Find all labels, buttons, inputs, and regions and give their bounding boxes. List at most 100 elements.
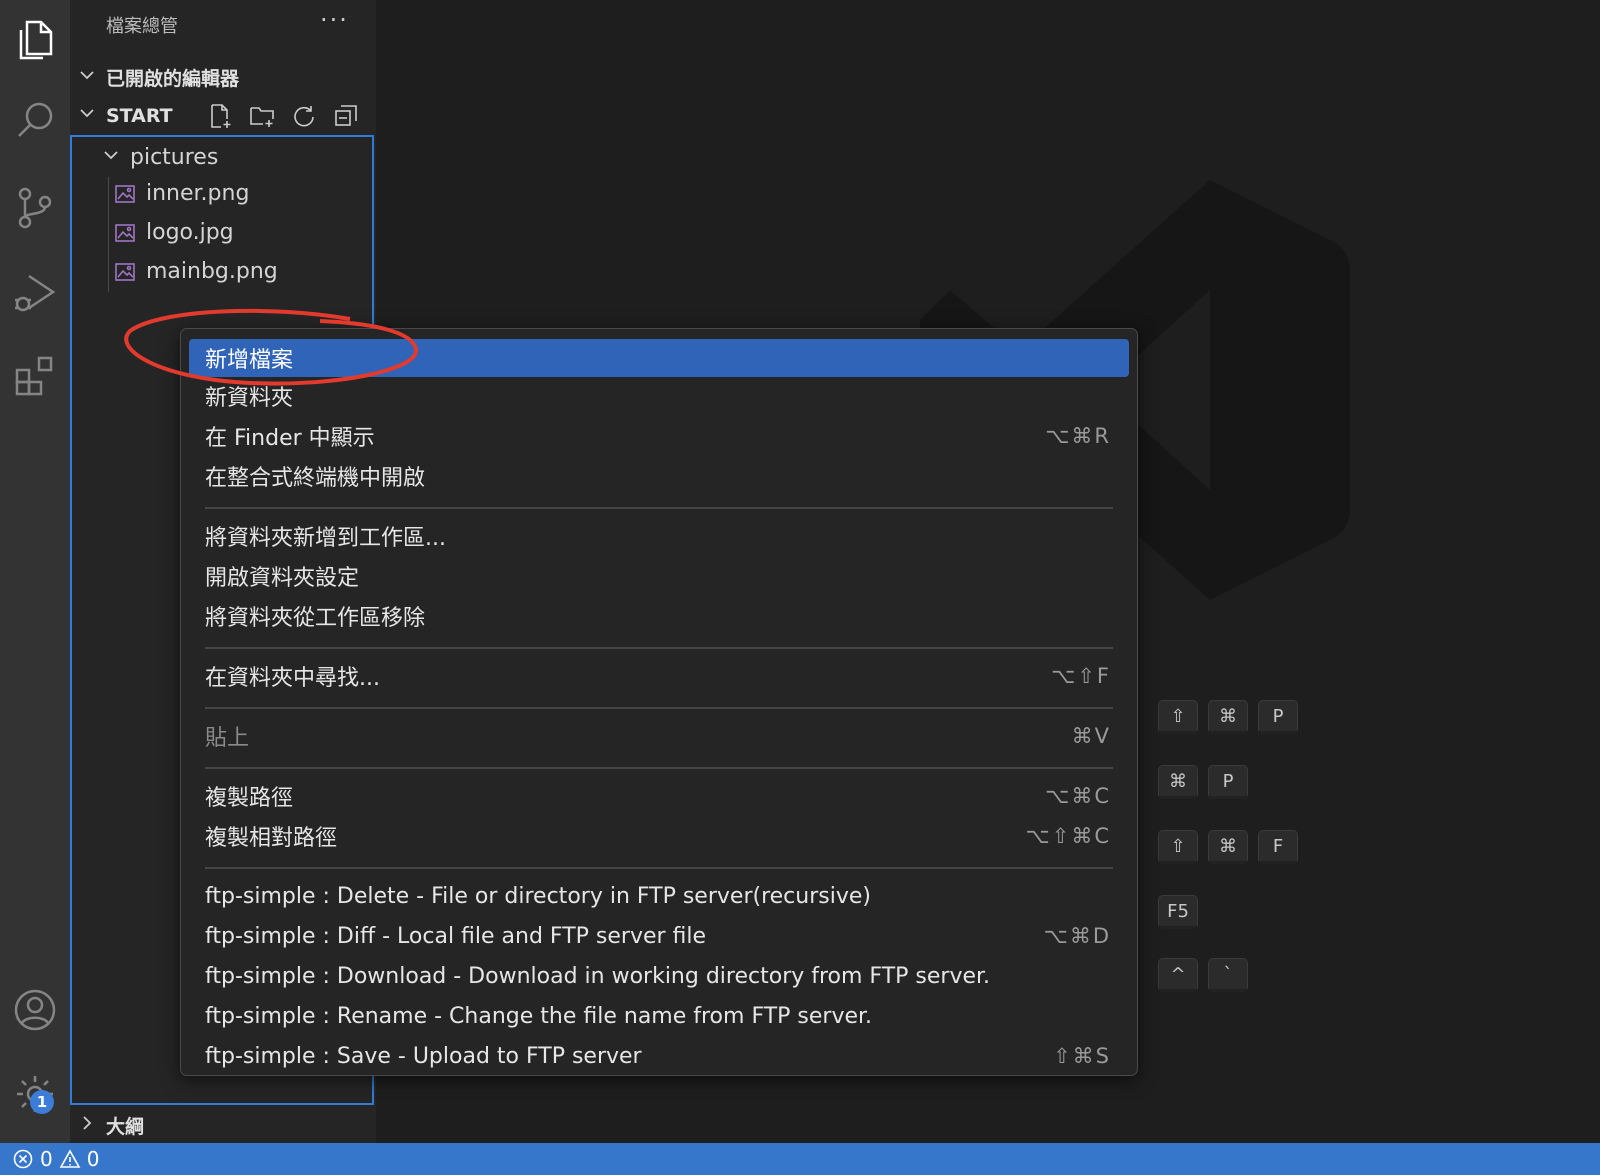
menu-item-ftp-save[interactable]: ftp-simple : Save - Upload to FTP server… [189, 1037, 1129, 1075]
search-icon[interactable] [0, 80, 70, 160]
menu-item-shortcut: ⌥⇧⌘C [1025, 824, 1111, 848]
menu-item-label: ftp-simple : Delete - File or directory … [205, 883, 871, 909]
menu-item-label: ftp-simple : Save - Upload to FTP server [205, 1043, 642, 1069]
source-control-icon[interactable] [0, 168, 70, 248]
menu-separator [205, 707, 1113, 709]
key-cap: F [1258, 830, 1298, 864]
outline-section[interactable]: 大綱 [78, 1112, 144, 1139]
menu-separator [205, 867, 1113, 869]
open-editors-label: 已開啟的編輯器 [106, 68, 240, 90]
error-icon [13, 1149, 33, 1169]
key-cap: ⇧ [1158, 700, 1198, 734]
chevron-right-icon [78, 1114, 98, 1137]
image-file-icon [115, 262, 135, 281]
file-label: logo.jpg [146, 220, 234, 245]
more-actions-icon[interactable]: ··· [320, 6, 349, 34]
file-mainbg-png[interactable]: mainbg.png [114, 259, 278, 284]
menu-item-label: 在資料夾中尋找... [205, 666, 380, 691]
problems-indicator[interactable]: 0 0 [12, 1147, 99, 1171]
folder-pictures[interactable]: pictures [102, 145, 218, 170]
extensions-icon[interactable] [0, 336, 70, 416]
chevron-down-icon [78, 104, 98, 127]
context-menu: 新增檔案 新資料夾 在 Finder 中顯示 ⌥⌘R 在整合式終端機中開啟 將資料… [180, 328, 1138, 1076]
menu-item-label: ftp-simple : Rename - Change the file na… [205, 1003, 873, 1029]
menu-item-label: 開啟資料夾設定 [205, 566, 360, 591]
menu-item-find-in-folder[interactable]: 在資料夾中尋找... ⌥⇧F [189, 657, 1129, 695]
image-file-icon [115, 223, 135, 242]
menu-item-ftp-delete[interactable]: ftp-simple : Delete - File or directory … [189, 877, 1129, 915]
menu-item-ftp-rename[interactable]: ftp-simple : Rename - Change the file na… [189, 997, 1129, 1035]
menu-separator [205, 507, 1113, 509]
menu-item-shortcut: ⌘V [1071, 724, 1111, 748]
explorer-icon[interactable] [0, 0, 70, 80]
key-cap: ^ [1158, 958, 1198, 992]
explorer-toolbar [206, 102, 360, 130]
menu-item-label: 貼上 [205, 726, 250, 751]
menu-item-add-folder-to-workspace[interactable]: 將資料夾新增到工作區... [189, 517, 1129, 555]
key-cap: P [1258, 700, 1298, 734]
menu-item-label: ftp-simple : Diff - Local file and FTP s… [205, 923, 707, 949]
menu-item-label: 將資料夾新增到工作區... [205, 526, 446, 551]
menu-separator [205, 767, 1113, 769]
menu-item-ftp-download[interactable]: ftp-simple : Download - Download in work… [189, 957, 1129, 995]
sidebar-title: 檔案總管 [106, 16, 178, 37]
menu-item-label: 在整合式終端機中開啟 [205, 466, 426, 491]
file-logo-jpg[interactable]: logo.jpg [114, 220, 234, 245]
file-inner-png[interactable]: inner.png [114, 181, 249, 206]
image-file-icon [115, 184, 135, 203]
keyboard-hint-row: ⌘ P [1158, 765, 1248, 799]
workspace-label: START [106, 104, 173, 127]
menu-item-label: 在 Finder 中顯示 [205, 426, 375, 451]
refresh-icon[interactable] [290, 102, 318, 130]
menu-item-remove-folder[interactable]: 將資料夾從工作區移除 [189, 597, 1129, 635]
status-bar: 0 0 [0, 1143, 1600, 1175]
folder-label: pictures [130, 145, 219, 170]
outline-label: 大綱 [106, 1116, 145, 1138]
menu-item-paste[interactable]: 貼上 ⌘V [189, 717, 1129, 755]
new-folder-icon[interactable] [248, 102, 276, 130]
menu-item-open-folder-settings[interactable]: 開啟資料夾設定 [189, 557, 1129, 595]
file-label: mainbg.png [146, 259, 278, 284]
warning-count: 0 [86, 1147, 100, 1171]
menu-item-label: 複製路徑 [205, 786, 294, 811]
menu-item-label: 複製相對路徑 [205, 826, 338, 851]
keyboard-hint-row: ^ ` [1158, 958, 1248, 992]
settings-badge: 1 [30, 1090, 54, 1114]
menu-item-reveal-in-finder[interactable]: 在 Finder 中顯示 ⌥⌘R [189, 417, 1129, 455]
menu-separator [205, 647, 1113, 649]
key-cap: P [1208, 765, 1248, 799]
keyboard-hint-row: ⇧ ⌘ P [1158, 700, 1298, 734]
chevron-down-icon [78, 66, 98, 89]
indent-guide [108, 177, 109, 292]
key-cap: ` [1208, 958, 1248, 992]
key-cap: ⌘ [1208, 830, 1248, 864]
menu-item-shortcut: ⌥⌘C [1045, 784, 1111, 808]
key-cap: F5 [1158, 895, 1198, 929]
menu-item-open-in-terminal[interactable]: 在整合式終端機中開啟 [189, 457, 1129, 495]
menu-item-copy-path[interactable]: 複製路徑 ⌥⌘C [189, 777, 1129, 815]
error-count: 0 [40, 1147, 53, 1171]
chevron-down-icon [102, 145, 122, 170]
keyboard-hint-row: F5 [1158, 895, 1198, 929]
workspace-section[interactable]: START [78, 104, 173, 127]
warning-icon [59, 1149, 81, 1168]
new-file-icon[interactable] [206, 102, 234, 130]
menu-item-ftp-diff[interactable]: ftp-simple : Diff - Local file and FTP s… [189, 917, 1129, 955]
run-debug-icon[interactable] [0, 252, 70, 332]
open-editors-section[interactable]: 已開啟的編輯器 [78, 64, 239, 91]
collapse-all-icon[interactable] [332, 102, 360, 130]
account-icon[interactable] [0, 970, 70, 1050]
key-cap: ⌘ [1158, 765, 1198, 799]
menu-item-copy-relative-path[interactable]: 複製相對路徑 ⌥⇧⌘C [189, 817, 1129, 855]
menu-item-shortcut: ⇧⌘S [1053, 1044, 1111, 1068]
file-label: inner.png [146, 181, 250, 206]
menu-item-shortcut: ⌥⌘R [1045, 424, 1111, 448]
menu-item-shortcut: ⌥⇧F [1051, 664, 1111, 688]
key-cap: ⌘ [1208, 700, 1248, 734]
key-cap: ⇧ [1158, 830, 1198, 864]
activity-bar: 1 [0, 0, 70, 1143]
keyboard-hint-row: ⇧ ⌘ F [1158, 830, 1298, 864]
menu-item-label: ftp-simple : Download - Download in work… [205, 963, 991, 989]
menu-item-label: 將資料夾從工作區移除 [205, 606, 426, 631]
menu-item-shortcut: ⌥⌘D [1043, 924, 1111, 948]
